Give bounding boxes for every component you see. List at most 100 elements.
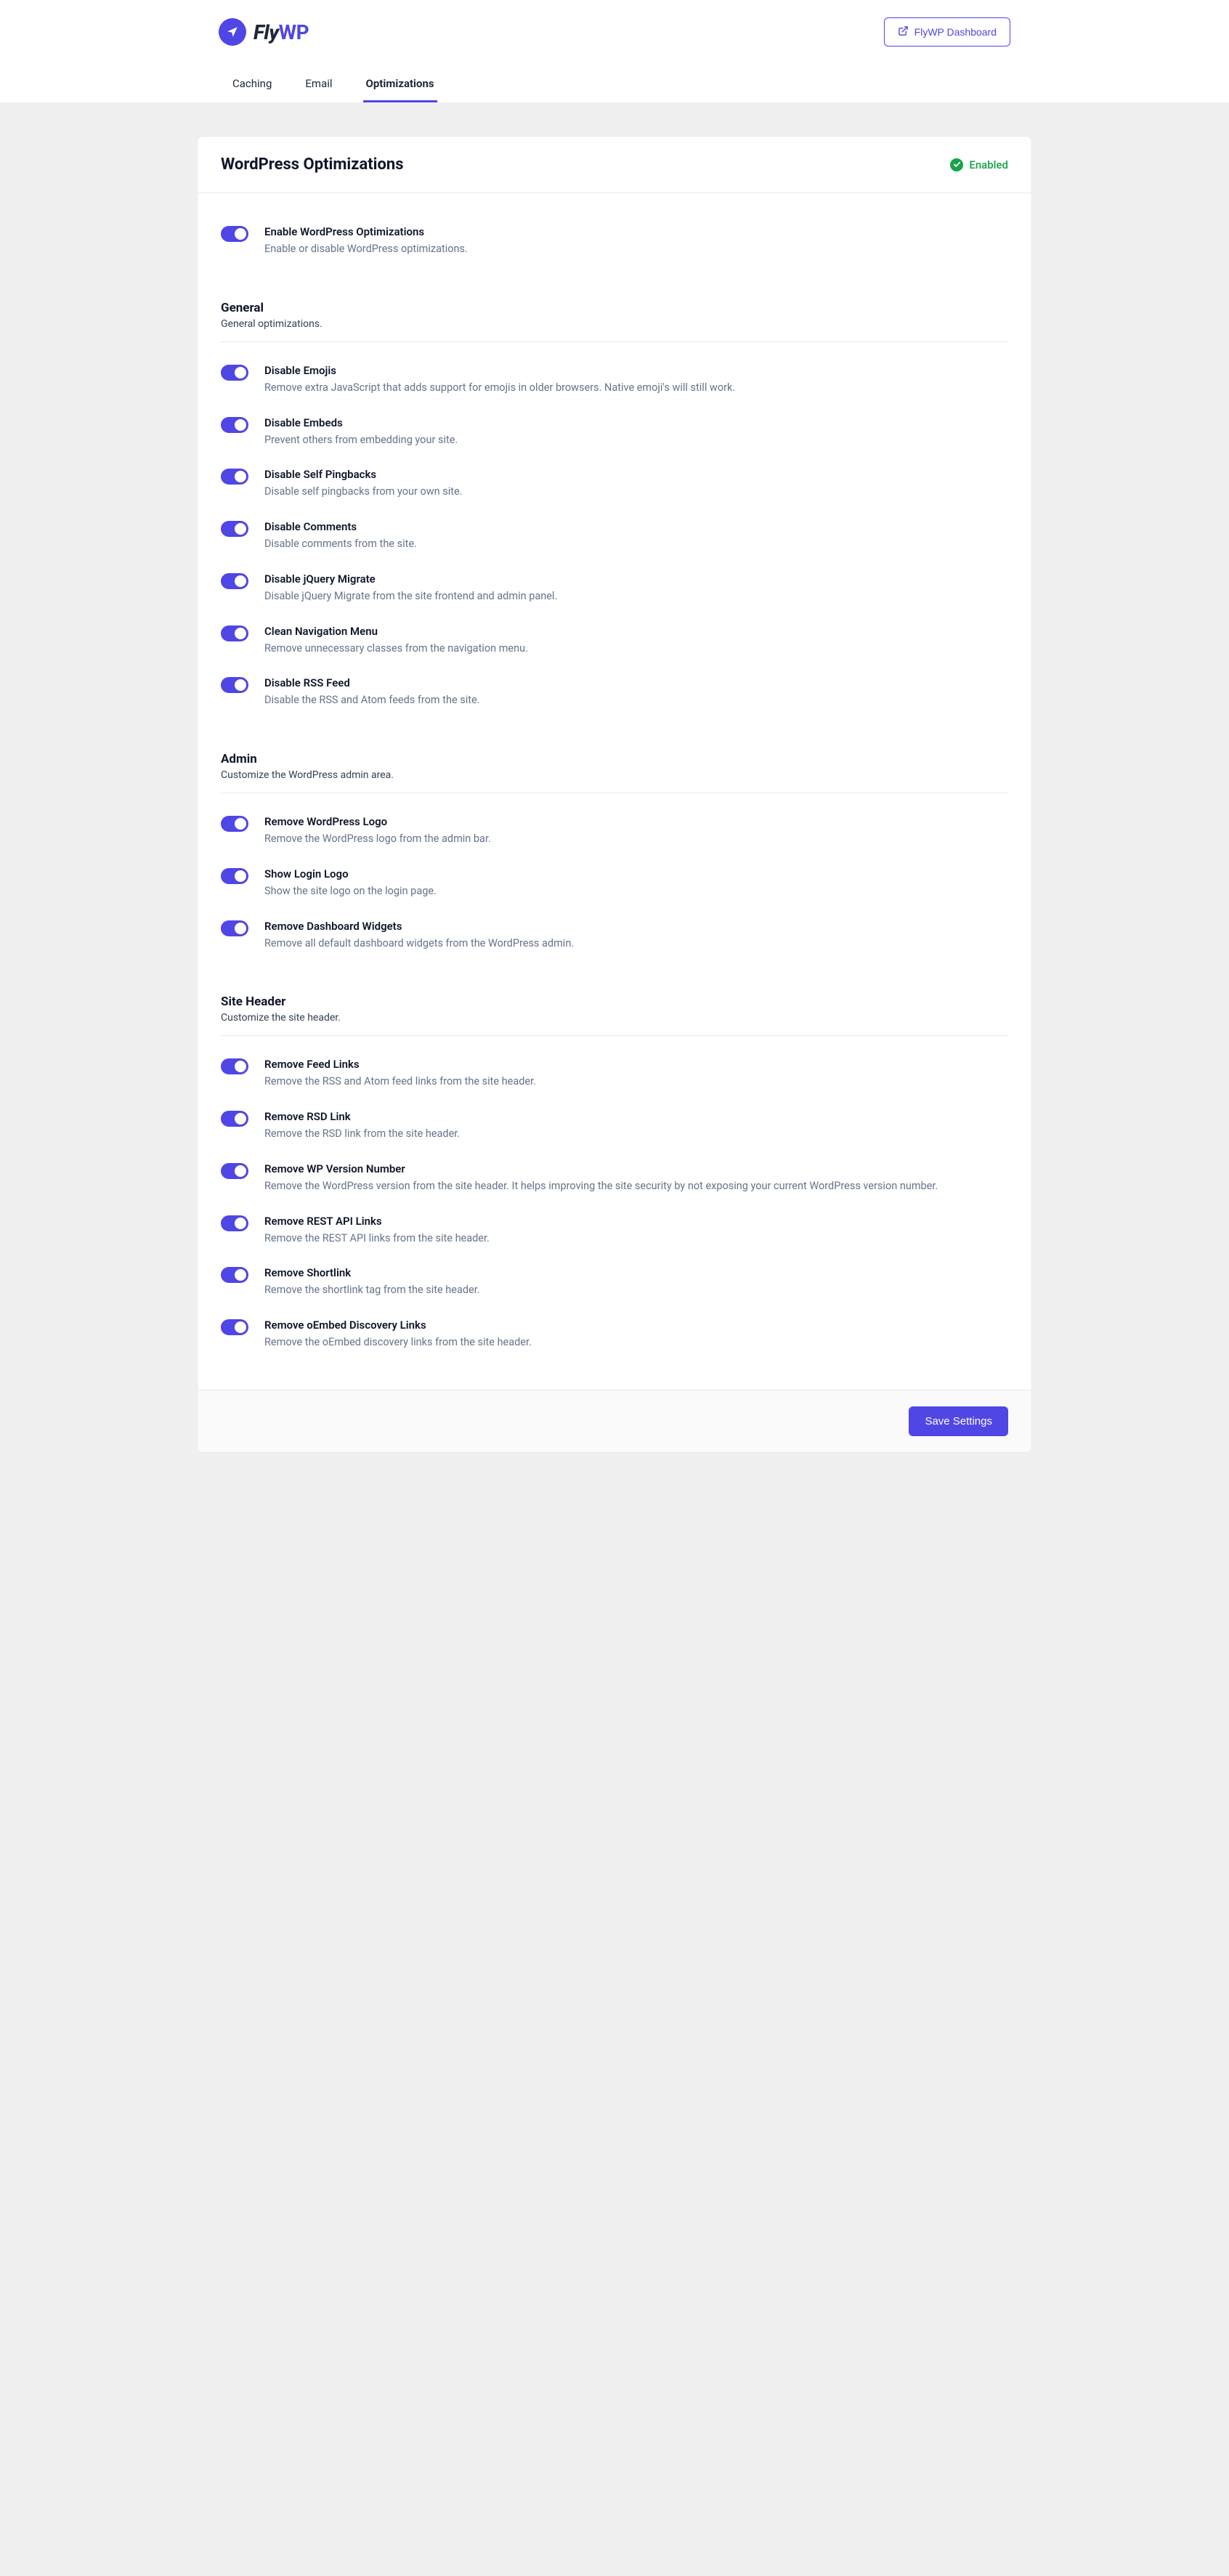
option-toggle[interactable] (221, 521, 248, 537)
option-desc: Remove the oEmbed discovery links from t… (264, 1334, 532, 1350)
option-row: Remove Shortlink Remove the shortlink tag… (221, 1256, 1008, 1308)
status-badge: Enabled (950, 158, 1008, 171)
option-toggle[interactable] (221, 1267, 248, 1283)
option-desc: Disable jQuery Migrate from the site fro… (264, 588, 557, 604)
option-row: Disable Self Pingbacks Disable self pingb… (221, 458, 1008, 510)
option-row: Remove oEmbed Discovery Links Remove the … (221, 1308, 1008, 1361)
brand-name: FlyWP (253, 20, 309, 44)
option-title: Remove Shortlink (264, 1266, 480, 1279)
option-row: Disable Emojis Remove extra JavaScript th… (221, 354, 1008, 406)
topbar: FlyWP FlyWP Dashboard Caching Email Optimi… (0, 0, 1229, 102)
brand-logo: FlyWP (219, 18, 309, 46)
option-desc: Remove the REST API links from the site … (264, 1231, 490, 1247)
option-toggle[interactable] (221, 1058, 248, 1074)
section-header: Site Header Customize the site header. (221, 995, 1008, 1036)
external-link-icon (898, 25, 909, 39)
option-title: Disable RSS Feed (264, 676, 480, 689)
option-desc: Disable comments from the site. (264, 536, 417, 552)
option-row: Clean Navigation Menu Remove unnecessary … (221, 615, 1008, 667)
option-desc: Disable the RSS and Atom feeds from the … (264, 692, 480, 708)
section-general: General General optimizations. Disable Emo… (221, 301, 1008, 718)
option-row: Remove RSD Link Remove the RSD link from … (221, 1100, 1008, 1152)
option-toggle[interactable] (221, 417, 248, 433)
tabs: Caching Email Optimizations (219, 67, 1010, 102)
brand-prefix: Fly (253, 20, 279, 44)
option-toggle[interactable] (221, 469, 248, 485)
check-circle-icon (950, 158, 963, 171)
paper-plane-icon (219, 18, 246, 46)
option-title: Remove Dashboard Widgets (264, 920, 574, 933)
option-row: Remove WordPress Logo Remove the WordPres… (221, 805, 1008, 857)
option-title: Remove WordPress Logo (264, 815, 491, 828)
tab-caching[interactable]: Caching (230, 67, 275, 102)
section-desc: General optimizations. (221, 318, 1008, 330)
option-desc: Remove the RSS and Atom feed links from … (264, 1074, 536, 1090)
option-title: Remove Feed Links (264, 1058, 536, 1071)
dashboard-button[interactable]: FlyWP Dashboard (884, 17, 1010, 46)
option-title: Remove WP Version Number (264, 1162, 938, 1175)
option-row: Disable jQuery Migrate Disable jQuery Mig… (221, 562, 1008, 615)
option-title: Remove RSD Link (264, 1110, 460, 1123)
section-desc: Customize the WordPress admin area. (221, 769, 1008, 781)
option-title: Disable Self Pingbacks (264, 468, 463, 481)
option-title: Show Login Logo (264, 867, 437, 880)
card-footer: Save Settings (198, 1390, 1031, 1452)
option-title: Disable Emojis (264, 364, 735, 377)
section-title: General (221, 301, 1008, 315)
option-row: Remove Dashboard Widgets Remove all defau… (221, 910, 1008, 962)
option-toggle[interactable] (221, 1111, 248, 1127)
card-title: WordPress Optimizations (221, 155, 404, 174)
option-row: Disable Embeds Prevent others from embedd… (221, 406, 1008, 458)
option-row: Remove REST API Links Remove the REST API… (221, 1204, 1008, 1257)
option-toggle[interactable] (221, 816, 248, 832)
option-row: Remove Feed Links Remove the RSS and Atom… (221, 1048, 1008, 1100)
option-desc: Remove the RSD link from the site header… (264, 1126, 460, 1142)
option-toggle[interactable] (221, 920, 248, 936)
master-toggle-desc: Enable or disable WordPress optimization… (264, 241, 468, 257)
option-title: Disable Comments (264, 520, 417, 533)
option-title: Clean Navigation Menu (264, 625, 528, 638)
option-desc: Remove the shortlink tag from the site h… (264, 1282, 480, 1298)
option-toggle[interactable] (221, 573, 248, 589)
option-desc: Remove the WordPress version from the si… (264, 1178, 938, 1194)
option-toggle[interactable] (221, 1163, 248, 1179)
optimizations-card: WordPress Optimizations Enabled Enable W… (197, 136, 1032, 1453)
option-title: Remove oEmbed Discovery Links (264, 1319, 532, 1332)
brand-suffix: WP (279, 20, 309, 44)
status-text: Enabled (969, 158, 1008, 171)
option-row: Disable RSS Feed Disable the RSS and Atom… (221, 666, 1008, 718)
option-toggle[interactable] (221, 677, 248, 693)
section-header: General General optimizations. (221, 301, 1008, 342)
dashboard-button-label: FlyWP Dashboard (914, 26, 997, 38)
section-title: Admin (221, 752, 1008, 766)
card-header: WordPress Optimizations Enabled (198, 137, 1031, 193)
section-desc: Customize the site header. (221, 1012, 1008, 1024)
option-desc: Prevent others from embedding your site. (264, 432, 458, 448)
option-desc: Remove extra JavaScript that adds suppor… (264, 380, 735, 396)
master-toggle-title: Enable WordPress Optimizations (264, 225, 468, 238)
option-toggle[interactable] (221, 1319, 248, 1335)
option-toggle[interactable] (221, 625, 248, 641)
option-desc: Disable self pingbacks from your own sit… (264, 484, 463, 500)
option-toggle[interactable] (221, 868, 248, 884)
option-desc: Remove unnecessary classes from the navi… (264, 641, 528, 657)
tab-optimizations[interactable]: Optimizations (363, 67, 437, 102)
option-row: Disable Comments Disable comments from th… (221, 510, 1008, 562)
option-toggle[interactable] (221, 1215, 248, 1231)
option-title: Disable jQuery Migrate (264, 572, 557, 586)
option-title: Remove REST API Links (264, 1215, 490, 1228)
master-toggle[interactable] (221, 226, 248, 242)
master-toggle-row: Enable WordPress Optimizations Enable or… (221, 215, 1008, 267)
option-title: Disable Embeds (264, 416, 458, 429)
option-desc: Remove all default dashboard widgets fro… (264, 936, 574, 952)
section-admin: Admin Customize the WordPress admin area.… (221, 752, 1008, 961)
section-header: Admin Customize the WordPress admin area. (221, 752, 1008, 793)
section-title: Site Header (221, 995, 1008, 1009)
option-row: Remove WP Version Number Remove the WordP… (221, 1152, 1008, 1204)
section-site-header: Site Header Customize the site header. Rem… (221, 995, 1008, 1361)
option-row: Show Login LogoShow the site logo on the… (221, 857, 1008, 910)
option-desc: Remove the WordPress logo from the admin… (264, 831, 491, 847)
save-button[interactable]: Save Settings (909, 1406, 1008, 1436)
option-toggle[interactable] (221, 365, 248, 381)
tab-email[interactable]: Email (302, 67, 335, 102)
